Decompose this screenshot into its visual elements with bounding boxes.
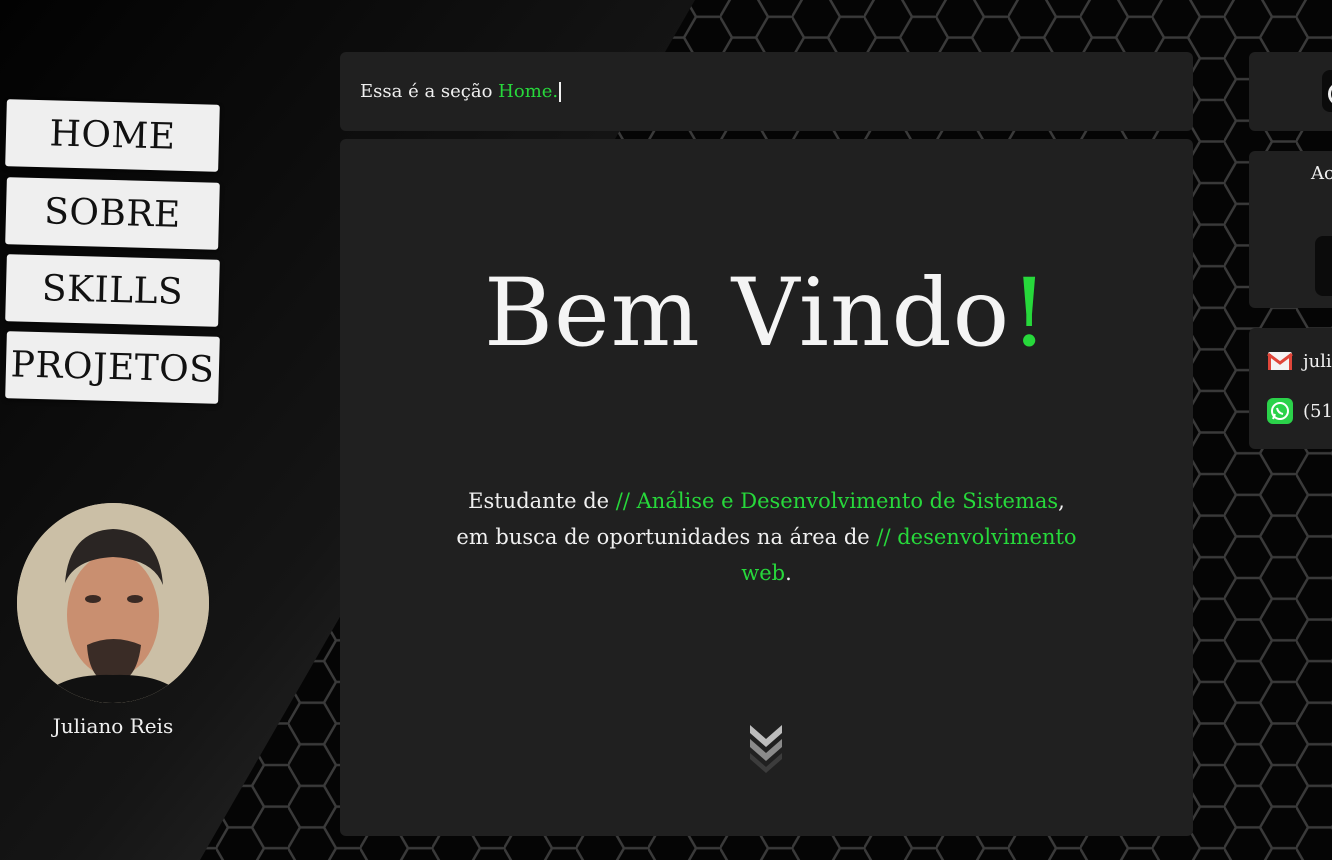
nav-skills-button[interactable]: SKILLS — [5, 254, 220, 327]
right-card-top — [1249, 52, 1332, 131]
whatsapp-icon — [1267, 398, 1293, 424]
github-icon[interactable] — [1322, 70, 1332, 112]
hero-title-exclamation: ! — [1010, 259, 1050, 368]
gmail-icon — [1267, 352, 1293, 370]
right-card-middle: Ac — [1249, 151, 1332, 308]
home-panel: Bem Vindo! Estudante de // Análise e Des… — [340, 139, 1193, 836]
chevron-double-down-icon[interactable] — [747, 721, 785, 773]
nav-sobre-button[interactable]: SOBRE — [5, 177, 220, 250]
hero-desc-part-3: . — [785, 561, 792, 585]
hero-title-text: Bem Vindo — [483, 259, 1011, 368]
contact-phone-text: (51 — [1303, 400, 1332, 422]
section-indicator: Essa é a seção Home. — [340, 52, 1193, 131]
contact-card: julia (51 — [1249, 328, 1332, 449]
hero-description: Estudante de // Análise e Desenvolviment… — [450, 483, 1083, 591]
avatar-portrait — [17, 503, 209, 703]
hero-desc-part-1: Estudante de — [468, 489, 616, 513]
contact-email-text: julia — [1303, 350, 1332, 372]
nav-home-button[interactable]: HOME — [5, 99, 220, 172]
hero-desc-highlight-1: // Análise e Desenvolvimento de Sistemas — [615, 489, 1059, 513]
avatar — [17, 503, 209, 703]
section-name: Home. — [498, 81, 559, 102]
hero-title: Bem Vindo! — [340, 267, 1193, 361]
right-card-text: Ac — [1311, 163, 1332, 184]
contact-email[interactable]: julia — [1267, 348, 1332, 374]
nav-projetos-button[interactable]: PROJETOS — [5, 331, 220, 404]
contact-whatsapp[interactable]: (51 — [1267, 398, 1332, 424]
section-prefix: Essa é a seção — [360, 81, 499, 102]
typing-caret — [559, 81, 562, 102]
profile-name: Juliano Reis — [52, 714, 174, 738]
right-card-button[interactable] — [1315, 236, 1332, 296]
